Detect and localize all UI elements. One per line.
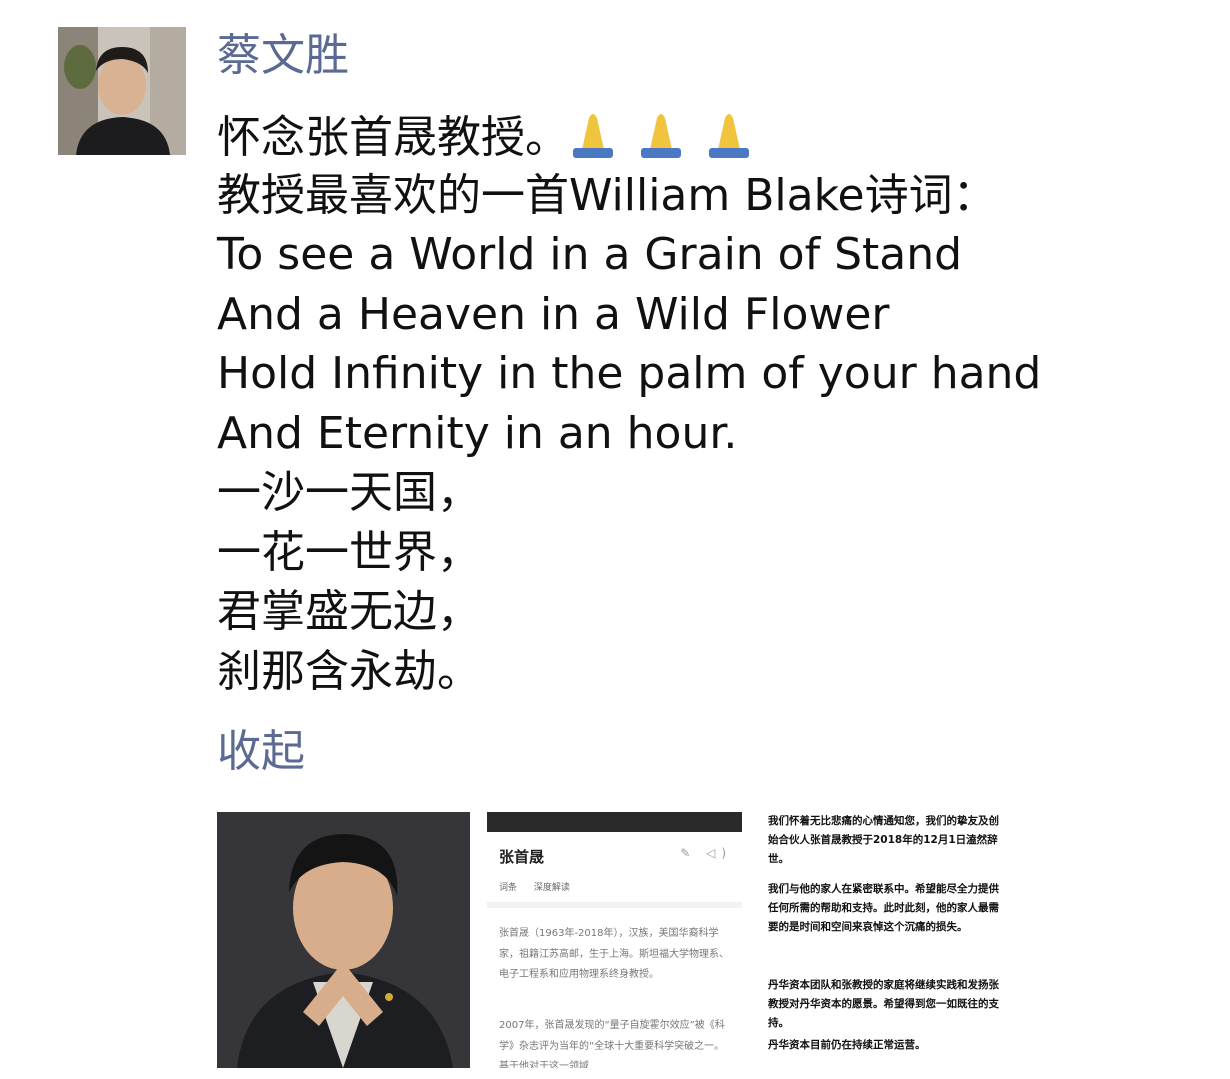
post-line: And Eternity in an hour.	[217, 407, 738, 459]
post-content: 怀念张首晟教授。 教授最喜欢的一首William Blake诗词： To see…	[217, 106, 1217, 701]
announcement-paragraph: 我们怀着无比悲痛的心情通知您，我们的挚友及创始合伙人张首晟教授于2018年的12…	[768, 815, 999, 865]
header-band	[487, 812, 742, 832]
entry-tabs: 词条 深度解读	[499, 880, 584, 893]
entry-paragraph: 张首晟（1963年-2018年），汉族，美国华裔科学家，祖籍江苏高邮，生于上海。…	[499, 928, 729, 980]
collapse-link[interactable]: 收起	[217, 722, 305, 782]
post-line: 怀念张首晟教授。	[217, 106, 1217, 166]
author-name[interactable]: 蔡文胜	[217, 28, 349, 84]
post-line: 教授最喜欢的一首William Blake诗词：	[217, 169, 997, 221]
entry-paragraph: 2007年，张首晟发现的“量子自旋霍尔效应”被《科学》杂志评为当年的“全球十大重…	[499, 1020, 725, 1068]
image-thumbnail-portrait[interactable]	[217, 812, 470, 1068]
author-avatar[interactable]	[58, 27, 186, 155]
post-line: 刹那含永劫。	[217, 645, 481, 697]
image-thumbnail-announcement[interactable]: 我们怀着无比悲痛的心情通知您，我们的挚友及创始合伙人张首晟教授于2018年的12…	[760, 812, 1015, 1068]
post-line: To see a World in a Grain of Stand	[217, 229, 963, 280]
post-line: And a Heaven in a Wild Flower	[217, 288, 890, 340]
edit-sound-icon: ✎ ◁)	[680, 846, 732, 860]
post-line: 一沙一天国，	[217, 467, 481, 518]
announcement-paragraph: 丹华资本团队和张教授的家庭将继续实践和发扬张教授对丹华资本的愿景。希望得到您一如…	[768, 979, 999, 1029]
post-line: 一花一世界，	[217, 526, 481, 578]
avatar-image	[58, 27, 186, 155]
announcement-paragraph: 丹华资本目前仍在持续正常运营。	[768, 1039, 926, 1051]
portrait-photo	[217, 812, 470, 1068]
divider	[487, 902, 742, 908]
post-line: 君掌盛无边，	[217, 586, 481, 637]
post-line: Hold Infinity in the palm of your hand	[217, 348, 1042, 399]
image-thumbnail-encyclopedia[interactable]: 张首晟 ✎ ◁) 词条 深度解读 张首晟（1963年-2018年），汉族，美国华…	[487, 812, 742, 1068]
tab-deep-read: 深度解读	[533, 883, 570, 893]
announcement-paragraph: 我们与他的家人在紧密联系中。希望能尽全力提供任何所需的帮助和支持。此时此刻，他的…	[768, 883, 999, 933]
entry-title: 张首晟	[499, 848, 545, 866]
praying-hands-icon	[569, 106, 769, 174]
tab-entry: 词条	[499, 883, 518, 893]
